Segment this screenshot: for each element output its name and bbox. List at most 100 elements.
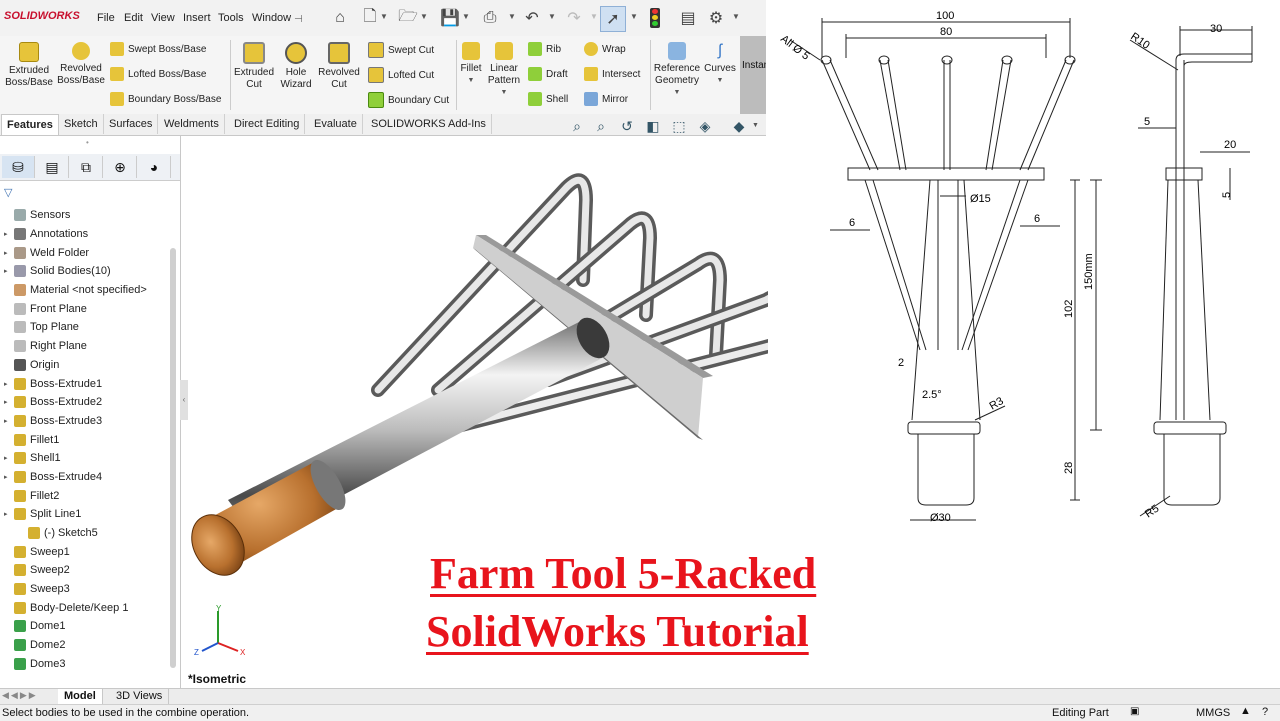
tree-item[interactable]: ▸ Boss-Extrude2 <box>0 393 172 412</box>
tab-features[interactable]: Features <box>1 114 59 135</box>
menu-view[interactable]: View <box>151 12 175 24</box>
chevron-down-icon[interactable]: ▼ <box>732 12 740 21</box>
new-document-icon[interactable]: 🗋 <box>358 6 382 30</box>
expand-arrow-icon[interactable]: ▸ <box>4 398 14 406</box>
zoom-to-area-icon[interactable]: ⌕ <box>592 118 610 136</box>
chevron-down-icon[interactable]: ▼ <box>652 87 702 99</box>
menu-file[interactable]: File <box>97 12 115 24</box>
dimxpert-tab-icon[interactable]: ⊕ <box>104 156 137 178</box>
open-folder-icon[interactable]: 🗁 <box>396 6 420 30</box>
revolved-cut-button[interactable]: Revolved Cut <box>316 42 362 91</box>
undo-icon[interactable]: ↶ <box>520 6 544 30</box>
expand-arrow-icon[interactable]: ▸ <box>4 510 14 518</box>
tab-add-ins[interactable]: SOLIDWORKS Add-Ins <box>366 114 492 134</box>
instant3d-button[interactable]: Instant3D <box>740 36 766 114</box>
tab-scroll-arrows-icon[interactable]: ◀◀▶▶ <box>2 690 38 701</box>
tab-sketch[interactable]: Sketch <box>59 114 104 134</box>
tree-item[interactable]: ▸ Split Line1 <box>0 505 172 524</box>
expand-arrow-icon[interactable]: ▸ <box>4 267 14 275</box>
chevron-down-icon[interactable]: ▼ <box>462 12 470 21</box>
tab-3d-views[interactable]: 3D Views <box>110 689 170 704</box>
boundary-cut-button[interactable]: Boundary Cut <box>368 92 449 108</box>
view-orientation-icon[interactable]: ⬚ <box>670 118 688 136</box>
chevron-down-icon[interactable]: ▼ <box>508 12 516 21</box>
chevron-down-icon[interactable]: ▼ <box>630 12 638 21</box>
tab-model[interactable]: Model <box>58 689 103 704</box>
expand-arrow-icon[interactable]: ▸ <box>4 380 14 388</box>
tree-item[interactable]: Dome3 <box>0 655 172 674</box>
tree-item[interactable]: Dome1 <box>0 617 172 636</box>
swept-boss-button[interactable]: Swept Boss/Base <box>110 42 206 56</box>
chevron-up-icon[interactable]: ▲ <box>1240 705 1251 717</box>
tree-item[interactable]: Body-Delete/Keep 1 <box>0 598 172 617</box>
filter-icon[interactable]: ▽ <box>4 186 12 199</box>
tree-item[interactable]: Origin <box>0 356 172 375</box>
zoom-to-fit-icon[interactable]: ⌕ <box>568 118 586 136</box>
tab-weldments[interactable]: Weldments <box>159 114 225 134</box>
rib-button[interactable]: Rib <box>528 42 561 56</box>
menu-window[interactable]: Window <box>252 12 291 24</box>
lofted-boss-button[interactable]: Lofted Boss/Base <box>110 67 206 81</box>
unit-system[interactable]: MMGS <box>1196 707 1230 719</box>
home-icon[interactable]: ⌂ <box>328 6 352 30</box>
display-manager-tab-icon[interactable]: ◕ <box>138 156 171 178</box>
save-icon[interactable]: 💾 <box>438 6 462 30</box>
tree-item[interactable]: ▸ Solid Bodies(10) <box>0 262 172 281</box>
tree-item[interactable]: ▸ Boss-Extrude4 <box>0 468 172 487</box>
extruded-cut-button[interactable]: Extruded Cut <box>232 42 276 91</box>
hole-wizard-button[interactable]: Hole Wizard <box>276 42 316 91</box>
panel-collapse-handle[interactable]: ‹ <box>180 380 188 420</box>
pin-icon[interactable]: ⊣ <box>294 14 303 25</box>
options-gear-icon[interactable]: ⚙ <box>704 6 728 30</box>
expand-arrow-icon[interactable]: ▸ <box>4 454 14 462</box>
configuration-manager-tab-icon[interactable]: ⧉ <box>70 156 103 178</box>
tab-evaluate[interactable]: Evaluate <box>309 114 363 134</box>
menu-insert[interactable]: Insert <box>183 12 211 24</box>
tree-item[interactable]: Sweep1 <box>0 542 172 561</box>
rebuild-status-icon[interactable]: ▣ <box>1130 706 1139 717</box>
tree-item[interactable]: Top Plane <box>0 318 172 337</box>
tree-item[interactable]: Sweep2 <box>0 561 172 580</box>
menu-tools[interactable]: Tools <box>218 12 244 24</box>
extruded-boss-button[interactable]: Extruded Boss/Base <box>4 42 54 89</box>
tree-item[interactable]: Sensors <box>0 206 172 225</box>
swept-cut-button[interactable]: Swept Cut <box>368 42 434 58</box>
select-cursor-icon[interactable]: ➚ <box>600 6 626 32</box>
property-manager-tab-icon[interactable]: ▤ <box>36 156 69 178</box>
tree-item[interactable]: Dome2 <box>0 636 172 655</box>
chevron-down-icon[interactable]: ▼ <box>590 12 598 21</box>
chevron-down-icon[interactable]: ▼ <box>420 12 428 21</box>
draft-button[interactable]: Draft <box>528 67 568 81</box>
tree-item[interactable]: Right Plane <box>0 337 172 356</box>
model-viewport[interactable] <box>188 140 768 590</box>
view-cube-icon[interactable]: ◆ <box>730 118 748 136</box>
expand-arrow-icon[interactable]: ▸ <box>4 230 14 238</box>
redo-icon[interactable]: ↷ <box>562 6 586 30</box>
tree-item[interactable]: ▸ Boss-Extrude3 <box>0 412 172 431</box>
revolved-boss-button[interactable]: Revolved Boss/Base <box>56 42 106 87</box>
chevron-down-icon[interactable]: ▼ <box>458 75 484 87</box>
chevron-down-icon[interactable]: ▼ <box>380 12 388 21</box>
previous-view-icon[interactable]: ↺ <box>618 118 636 136</box>
chevron-down-icon[interactable]: ▼ <box>548 12 556 21</box>
linear-pattern-button[interactable]: Linear Pattern ▼ <box>486 42 522 99</box>
lofted-cut-button[interactable]: Lofted Cut <box>368 67 434 83</box>
menu-edit[interactable]: Edit <box>124 12 143 24</box>
tree-scrollbar[interactable] <box>170 248 176 668</box>
tree-item[interactable]: Material <not specified> <box>0 281 172 300</box>
shell-button[interactable]: Shell <box>528 92 568 106</box>
file-properties-icon[interactable]: ▤ <box>676 6 700 30</box>
display-style-icon[interactable]: ◈ <box>696 118 714 136</box>
expand-arrow-icon[interactable]: ▸ <box>4 249 14 257</box>
tree-item[interactable]: Sweep3 <box>0 580 172 599</box>
boundary-boss-button[interactable]: Boundary Boss/Base <box>110 92 221 106</box>
expand-arrow-icon[interactable]: ▸ <box>4 473 14 481</box>
tree-item[interactable]: ▸ Boss-Extrude1 <box>0 374 172 393</box>
tree-item[interactable]: ▸ Annotations <box>0 225 172 244</box>
chevron-down-icon[interactable]: ▼ <box>752 122 759 129</box>
tab-direct-editing[interactable]: Direct Editing <box>229 114 306 134</box>
expand-arrow-icon[interactable]: ▸ <box>4 417 14 425</box>
mirror-button[interactable]: Mirror <box>584 92 628 106</box>
tree-item[interactable]: (-) Sketch5 <box>0 524 172 543</box>
curves-button[interactable]: ʃ Curves ▼ <box>704 42 736 87</box>
